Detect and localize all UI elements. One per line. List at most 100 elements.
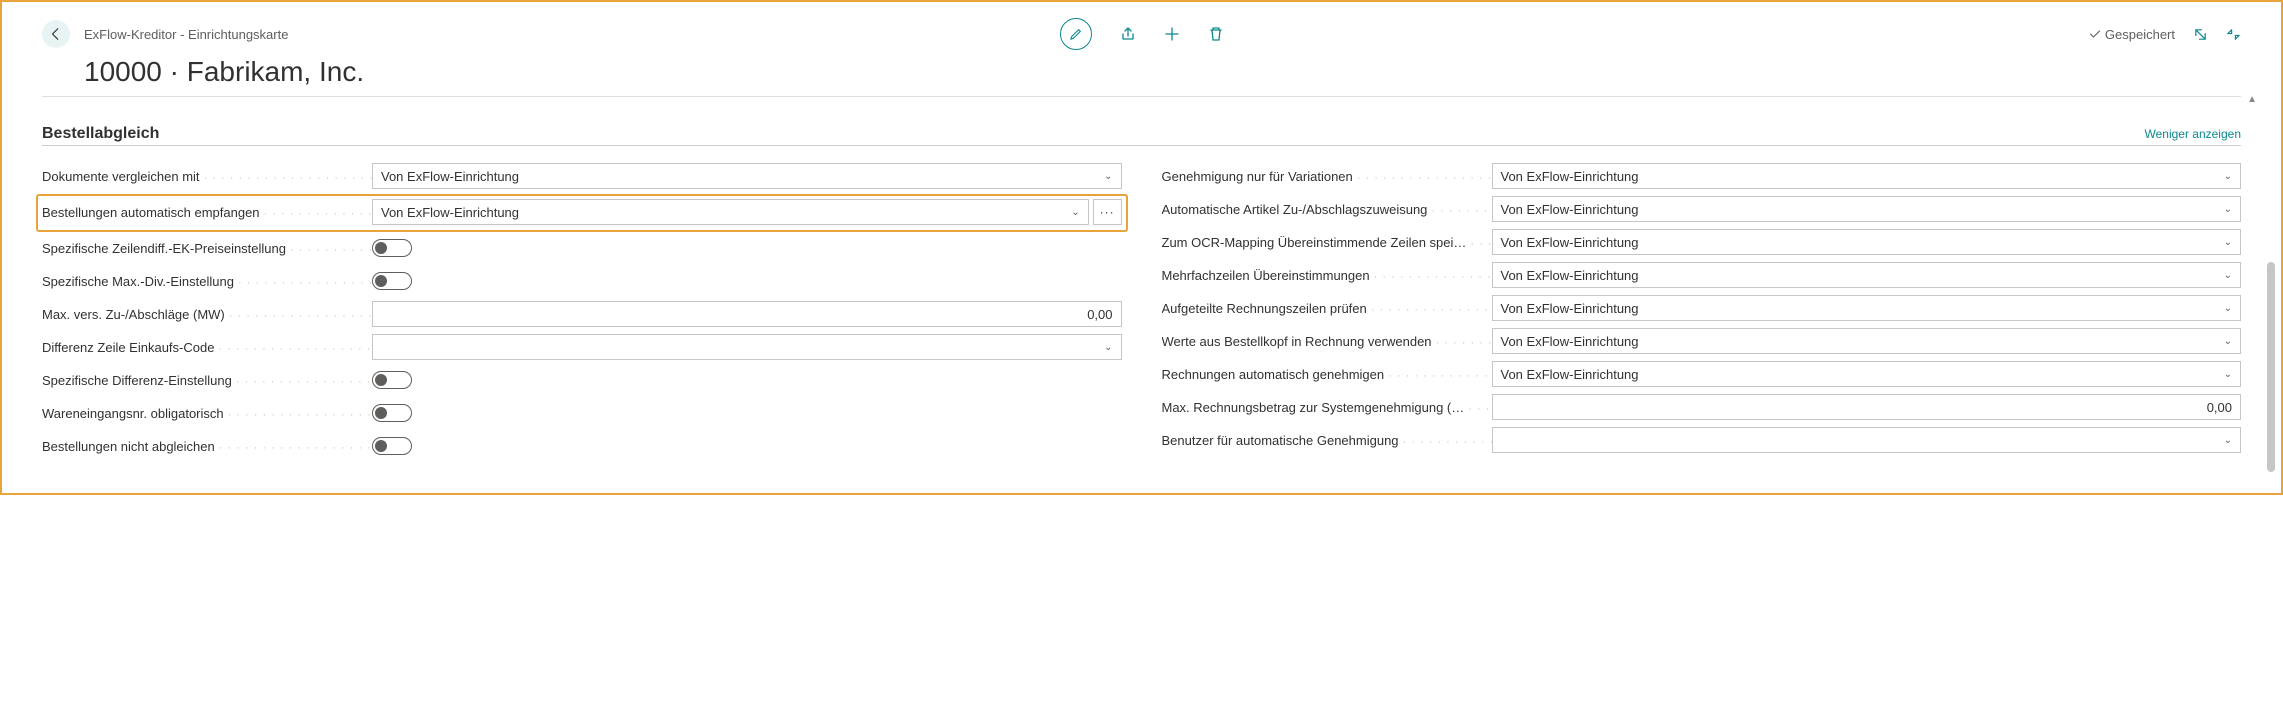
mehrfachzeilen-select[interactable]: Von ExFlow-Einrichtung ⌄ xyxy=(1492,262,2242,288)
row-aufgeteilte: Aufgeteilte Rechnungszeilen prüfen Von E… xyxy=(1162,292,2242,324)
field-label: Max. Rechnungsbetrag zur Systemgenehmigu… xyxy=(1162,400,1492,415)
row-best-nicht-abgl: Bestellungen nicht abgleichen xyxy=(42,430,1122,462)
diff-einkaufs-code-select[interactable]: ⌄ xyxy=(372,334,1122,360)
benutzer-auto-genehm-select[interactable]: ⌄ xyxy=(1492,427,2242,453)
select-value: Von ExFlow-Einrichtung xyxy=(1501,268,1639,283)
aufgeteilte-select[interactable]: Von ExFlow-Einrichtung ⌄ xyxy=(1492,295,2242,321)
select-value: Von ExFlow-Einrichtung xyxy=(1501,334,1639,349)
field-label: Max. vers. Zu-/Abschläge (MW) xyxy=(42,307,372,322)
plus-icon xyxy=(1164,26,1180,42)
edit-button[interactable] xyxy=(1060,18,1092,50)
section-collapse-caret[interactable]: ▲ xyxy=(2247,94,2257,105)
best-nicht-abgl-toggle[interactable] xyxy=(372,437,412,455)
top-bar: ExFlow-Kreditor - Einrichtungskarte Gesp… xyxy=(42,20,2241,48)
back-button[interactable] xyxy=(42,20,70,48)
select-value: Von ExFlow-Einrichtung xyxy=(381,169,519,184)
row-mehrfachzeilen: Mehrfachzeilen Übereinstimmungen Von ExF… xyxy=(1162,259,2242,291)
popout-button[interactable] xyxy=(2193,27,2208,42)
section-divider xyxy=(42,145,2241,146)
row-werte-bestellkopf: Werte aus Bestellkopf in Rechnung verwen… xyxy=(1162,325,2242,357)
field-label: Spezifische Zeilendiff.-EK-Preiseinstell… xyxy=(42,241,372,256)
popout-icon xyxy=(2193,27,2208,42)
spez-zeilendiff-toggle[interactable] xyxy=(372,239,412,257)
field-label: Spezifische Differenz-Einstellung xyxy=(42,373,372,388)
chevron-down-icon: ⌄ xyxy=(1104,342,1112,353)
select-value: Von ExFlow-Einrichtung xyxy=(1501,301,1639,316)
field-label: Automatische Artikel Zu-/Abschlagszuweis… xyxy=(1162,202,1492,217)
row-bestellungen-autoemp: Bestellungen automatisch empfangen Von E… xyxy=(42,196,1122,228)
row-spez-zeilendiff: Spezifische Zeilendiff.-EK-Preiseinstell… xyxy=(42,232,1122,264)
chevron-down-icon: ⌄ xyxy=(2224,237,2232,248)
spez-diff-toggle[interactable] xyxy=(372,371,412,389)
section-header: Bestellabgleich Weniger anzeigen xyxy=(42,125,2241,143)
chevron-down-icon: ⌄ xyxy=(2224,204,2232,215)
field-label: Benutzer für automatische Genehmigung xyxy=(1162,433,1492,448)
chevron-down-icon: ⌄ xyxy=(2224,435,2232,446)
select-value: Von ExFlow-Einrichtung xyxy=(1501,235,1639,250)
field-label: Spezifische Max.-Div.-Einstellung xyxy=(42,274,372,289)
row-diff-einkaufs-code: Differenz Zeile Einkaufs-Code ⌄ xyxy=(42,331,1122,363)
chevron-down-icon: ⌄ xyxy=(2224,270,2232,281)
select-value: Von ExFlow-Einrichtung xyxy=(1501,202,1639,217)
row-rechn-auto-genehm: Rechnungen automatisch genehmigen Von Ex… xyxy=(1162,358,2242,390)
section-title: Bestellabgleich xyxy=(42,125,159,143)
wareneingang-toggle[interactable] xyxy=(372,404,412,422)
collapse-icon xyxy=(2226,27,2241,42)
chevron-down-icon: ⌄ xyxy=(2224,303,2232,314)
bestellungen-autoemp-select[interactable]: Von ExFlow-Einrichtung ⌄ xyxy=(372,199,1089,225)
scrollbar[interactable] xyxy=(2267,262,2275,472)
field-label: Bestellungen automatisch empfangen xyxy=(42,205,372,220)
row-spez-diff: Spezifische Differenz-Einstellung xyxy=(42,364,1122,396)
chevron-down-icon: ⌄ xyxy=(2224,171,2232,182)
trash-icon xyxy=(1208,26,1224,42)
select-value: Von ExFlow-Einrichtung xyxy=(1501,169,1639,184)
spez-maxdiv-toggle[interactable] xyxy=(372,272,412,290)
share-button[interactable] xyxy=(1120,26,1136,42)
auto-artikel-zu-select[interactable]: Von ExFlow-Einrichtung ⌄ xyxy=(1492,196,2242,222)
field-label: Genehmigung nur für Variationen xyxy=(1162,169,1492,184)
chevron-down-icon: ⌄ xyxy=(1104,171,1112,182)
row-max-vers: Max. vers. Zu-/Abschläge (MW) 0,00 xyxy=(42,298,1122,330)
row-max-rechnungsbetrag: Max. Rechnungsbetrag zur Systemgenehmigu… xyxy=(1162,391,2242,423)
max-rechnungsbetrag-input[interactable]: 0,00 xyxy=(1492,394,2242,420)
pencil-icon xyxy=(1069,27,1083,41)
saved-indicator: Gespeichert xyxy=(2089,27,2175,42)
field-label: Differenz Zeile Einkaufs-Code xyxy=(42,340,372,355)
title-divider xyxy=(42,96,2241,97)
field-label: Mehrfachzeilen Übereinstimmungen xyxy=(1162,268,1492,283)
field-label: Dokumente vergleichen mit xyxy=(42,169,372,184)
row-spez-maxdiv: Spezifische Max.-Div.-Einstellung xyxy=(42,265,1122,297)
field-label: Werte aus Bestellkopf in Rechnung verwen… xyxy=(1162,334,1492,349)
show-less-link[interactable]: Weniger anzeigen xyxy=(2144,127,2241,141)
dokumente-vergleichen-select[interactable]: Von ExFlow-Einrichtung ⌄ xyxy=(372,163,1122,189)
check-icon xyxy=(2089,28,2101,40)
max-vers-input[interactable]: 0,00 xyxy=(372,301,1122,327)
row-wareneingang: Wareneingangsnr. obligatorisch xyxy=(42,397,1122,429)
status-area: Gespeichert xyxy=(2089,27,2241,42)
new-button[interactable] xyxy=(1164,26,1180,42)
left-column: Dokumente vergleichen mit Von ExFlow-Ein… xyxy=(42,160,1122,463)
field-label: Zum OCR-Mapping Übereinstimmende Zeilen … xyxy=(1162,235,1492,250)
arrow-left-icon xyxy=(49,27,63,41)
field-label: Wareneingangsnr. obligatorisch xyxy=(42,406,372,421)
field-label: Bestellungen nicht abgleichen xyxy=(42,439,372,454)
collapse-button[interactable] xyxy=(2226,27,2241,42)
ocr-mapping-select[interactable]: Von ExFlow-Einrichtung ⌄ xyxy=(1492,229,2242,255)
rechn-auto-genehm-select[interactable]: Von ExFlow-Einrichtung ⌄ xyxy=(1492,361,2242,387)
page-title: 10000 · Fabrikam, Inc. xyxy=(84,56,2241,88)
genehmigung-var-select[interactable]: Von ExFlow-Einrichtung ⌄ xyxy=(1492,163,2242,189)
chevron-down-icon: ⌄ xyxy=(1071,207,1079,218)
saved-label: Gespeichert xyxy=(2105,27,2175,42)
more-options-button[interactable]: ··· xyxy=(1093,199,1122,225)
page-root: ExFlow-Kreditor - Einrichtungskarte Gesp… xyxy=(2,2,2281,493)
delete-button[interactable] xyxy=(1208,26,1224,42)
select-value: Von ExFlow-Einrichtung xyxy=(381,205,519,220)
share-icon xyxy=(1120,26,1136,42)
field-label: Rechnungen automatisch genehmigen xyxy=(1162,367,1492,382)
row-genehmigung-var: Genehmigung nur für Variationen Von ExFl… xyxy=(1162,160,2242,192)
werte-bestellkopf-select[interactable]: Von ExFlow-Einrichtung ⌄ xyxy=(1492,328,2242,354)
action-bar xyxy=(1060,18,1224,50)
row-dokumente-vergleichen: Dokumente vergleichen mit Von ExFlow-Ein… xyxy=(42,160,1122,192)
row-ocr-mapping: Zum OCR-Mapping Übereinstimmende Zeilen … xyxy=(1162,226,2242,258)
chevron-down-icon: ⌄ xyxy=(2224,369,2232,380)
